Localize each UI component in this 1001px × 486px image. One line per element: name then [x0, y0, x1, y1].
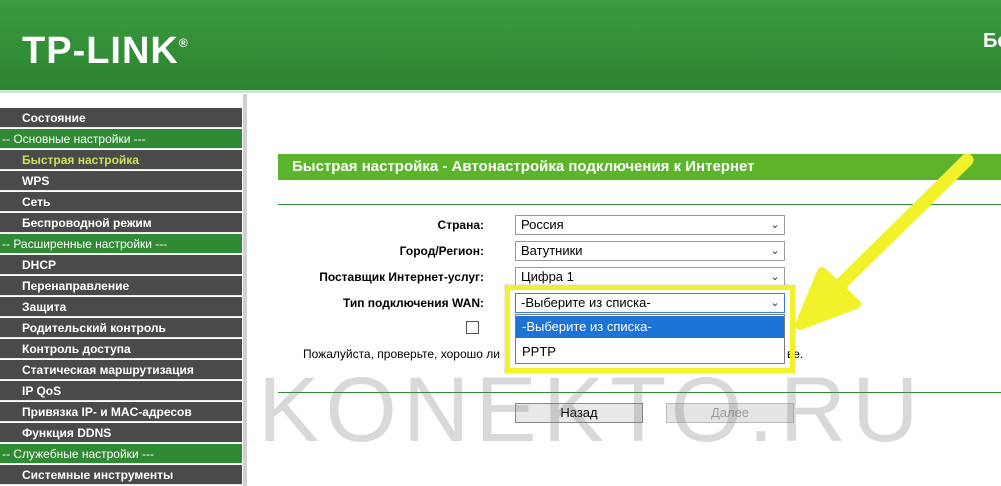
pointer-arrow-icon: [795, 153, 974, 330]
